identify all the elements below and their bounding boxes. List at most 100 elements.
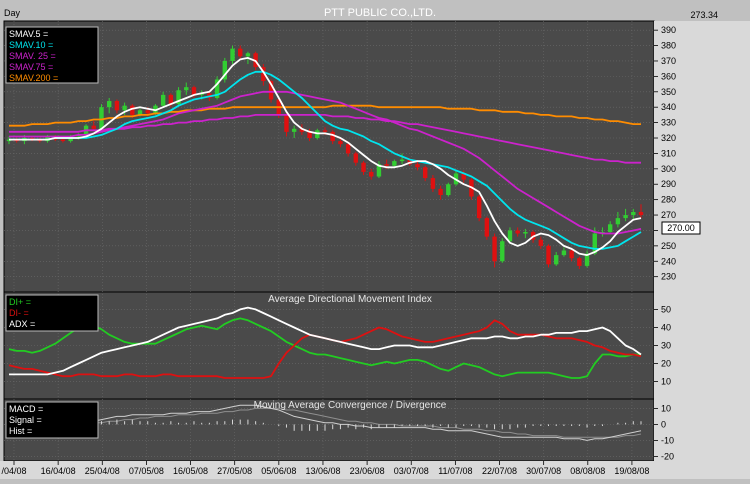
candle-body (160, 94, 166, 106)
legend-hist: Hist = (9, 426, 32, 436)
candle-body (484, 218, 490, 237)
price-panel (3, 20, 655, 293)
y-tick-label: 350 (661, 87, 676, 97)
candle-body (122, 105, 127, 111)
candle-body (500, 241, 505, 262)
legend-sma200: SMAV.200 = (9, 73, 58, 83)
candle-body (430, 178, 436, 189)
legend-sma25: SMAV. 25 = (9, 51, 56, 61)
legend-signal: Signal = (9, 415, 42, 425)
candle-body (546, 245, 551, 265)
candle-body (415, 164, 420, 168)
candle-body (60, 139, 66, 142)
candle (476, 195, 482, 222)
x-tick-label: 30/07/08 (526, 466, 561, 476)
candle-body (631, 211, 636, 216)
candle-body (384, 164, 389, 166)
x-tick-label: 13/06/08 (305, 466, 340, 476)
last-value-readout: 273.34 (690, 10, 718, 20)
chart-window: Day PTT PUBLIC CO.,LTD. 273.34 230 240 250… (0, 0, 750, 479)
candle-body (577, 258, 582, 266)
x-tick-label: 05/06/08 (261, 466, 296, 476)
legend-macd: MACD = (9, 404, 43, 414)
y-tick-label: 380 (661, 41, 676, 51)
legend-di-plus: DI+ = (9, 297, 31, 307)
price-tag-value: 270.00 (667, 223, 695, 233)
candle (99, 104, 104, 131)
candle-body (284, 114, 289, 132)
candle (222, 57, 228, 83)
candle-body (392, 161, 397, 166)
candle-body (345, 144, 351, 154)
x-tick-label: 19/08/08 (614, 466, 649, 476)
candle-body (422, 167, 428, 179)
x-tick-label: 22/07/08 (482, 466, 517, 476)
y-tick-label: 20 (661, 359, 671, 369)
y-tick-label: 390 (661, 25, 676, 35)
adx-panel-title: Average Directional Movement Index (268, 294, 432, 305)
candle-body (291, 128, 297, 132)
y-tick-label: 0 (661, 419, 666, 429)
candle-body (399, 159, 405, 162)
legend-sma5: SMAV.5 = (9, 29, 48, 39)
candle-body (353, 153, 359, 163)
y-tick-label: 340 (661, 102, 676, 112)
candle-body (561, 250, 567, 256)
candle-body (569, 250, 574, 259)
candle-body (338, 141, 343, 145)
y-tick-label: 10 (661, 403, 671, 413)
candle-body (184, 87, 189, 91)
candle (546, 244, 551, 268)
x-tick-label: 16/05/08 (173, 466, 208, 476)
candle-body (106, 101, 112, 108)
legend-sma75: SMAV.75 = (9, 62, 53, 72)
candle-body (623, 215, 628, 219)
y-tick-label: 30 (661, 341, 671, 351)
y-tick-label: 250 (661, 241, 676, 251)
y-tick-label: 370 (661, 56, 676, 66)
candle-body (114, 101, 120, 111)
candle-body (145, 110, 150, 114)
candle-body (615, 218, 621, 225)
candle-body (607, 224, 613, 232)
y-tick-label: 330 (661, 118, 676, 128)
candle-body (230, 48, 235, 61)
legend-adx: ADX = (9, 319, 35, 329)
candle-body (91, 125, 96, 129)
y-tick-label: 300 (661, 164, 676, 174)
period-label: Day (4, 8, 21, 18)
candle-body (322, 130, 328, 132)
x-tick-label: 11/07/08 (438, 466, 472, 476)
candle-body (492, 236, 497, 262)
candle (500, 238, 505, 263)
y-tick-label: 270 (661, 210, 676, 220)
candle-body (369, 171, 374, 177)
candle-body (245, 53, 251, 57)
candle-body (538, 239, 544, 246)
x-tick-label: 08/08/08 (570, 466, 605, 476)
candle (446, 182, 451, 197)
y-tick-label: 240 (661, 256, 676, 266)
macd-panel-title: Moving Average Convergence / Divergence (254, 400, 447, 411)
y-tick-label: 50 (661, 304, 671, 314)
x-tick-label: 07/05/08 (129, 466, 164, 476)
x-tick-label: 16/04/08 (41, 466, 76, 476)
main-legend: SMAV.5 = SMAV.10 = SMAV. 25 = SMAV.75 = … (5, 26, 99, 84)
candle-body (99, 107, 104, 129)
y-tick-label: 310 (661, 148, 676, 158)
chart-title: PTT PUBLIC CO.,LTD. (324, 7, 436, 19)
candle-body (638, 211, 644, 216)
price-tag: 270.00 (661, 221, 701, 235)
candle-body (438, 188, 443, 196)
y-tick-label: 10 (661, 377, 671, 387)
candle-body (238, 48, 243, 57)
candle-body (361, 162, 366, 172)
candle-body (446, 184, 451, 196)
x-tick-label: 27/05/08 (217, 466, 252, 476)
x-tick-label: 25/04/08 (85, 466, 120, 476)
y-tick-label: 40 (661, 322, 671, 332)
x-tick-label: 23/06/08 (350, 466, 385, 476)
candle-body (554, 255, 559, 265)
x-tick-label: /04/08 (1, 466, 26, 476)
x-tick-label: 03/07/08 (394, 466, 429, 476)
